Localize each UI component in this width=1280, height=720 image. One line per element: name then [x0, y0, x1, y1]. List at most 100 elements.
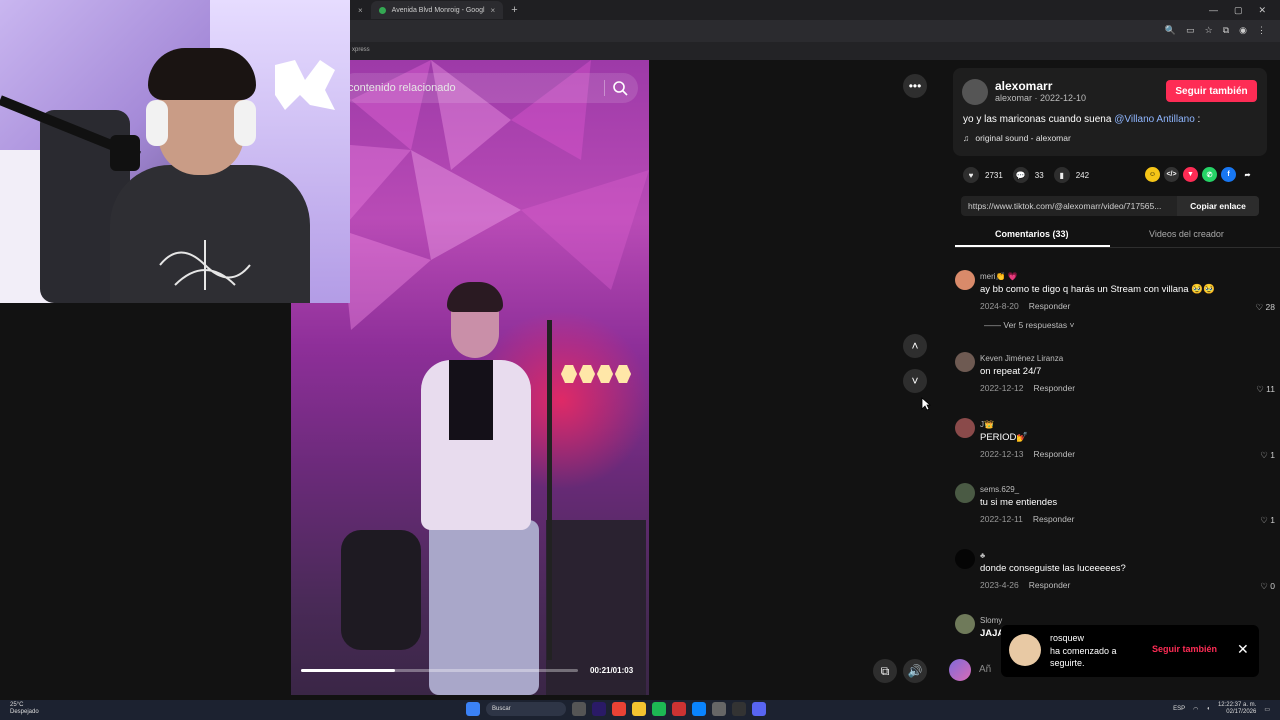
comment-username[interactable]: meri👏 💗 — [980, 272, 1018, 281]
previous-video-button[interactable]: ˄ — [903, 334, 927, 358]
tab-creator-videos[interactable]: Videos del creador — [1149, 229, 1224, 239]
premiere-icon[interactable] — [592, 702, 606, 716]
more-options-button[interactable]: ••• — [903, 74, 927, 98]
taskbar-clock[interactable]: 12:22:37 a. m. 02/17/2026 — [1218, 702, 1256, 716]
bag-shape — [341, 530, 421, 650]
author-username[interactable]: alexomarr — [995, 79, 1052, 93]
comment-date: 2022-12-12 — [980, 383, 1024, 393]
share-arrow-icon[interactable]: ➦ — [1240, 167, 1255, 182]
commenter-avatar[interactable] — [955, 483, 975, 503]
commenter-avatar[interactable] — [955, 614, 975, 634]
reply-button[interactable]: Responder — [1033, 514, 1075, 524]
spotify-icon[interactable] — [652, 702, 666, 716]
tab-close-icon[interactable]: × — [358, 6, 363, 15]
embed-icon[interactable]: </> — [1164, 167, 1179, 182]
taskbar-search[interactable]: Buscar — [486, 702, 566, 716]
windows-start-icon[interactable] — [466, 702, 480, 716]
like-button[interactable]: ♥ 2731 — [963, 167, 1003, 183]
send-icon[interactable]: ▼ — [1183, 167, 1198, 182]
close-window-button[interactable]: ✕ — [1258, 5, 1266, 16]
wifi-icon[interactable]: ◠ — [1193, 706, 1198, 713]
commenter-avatar[interactable] — [955, 549, 975, 569]
comment-like-button[interactable]: ♡ 1 — [1260, 515, 1275, 526]
save-button[interactable]: ▮ 242 — [1053, 167, 1089, 183]
comment-like-button[interactable]: ♡ 11 — [1256, 384, 1275, 395]
star-icon[interactable]: ☆ — [1205, 25, 1213, 36]
video-progress-bar[interactable] — [301, 669, 578, 672]
commenter-avatar[interactable] — [955, 270, 975, 290]
system-tray: ESP ◠ ◖ 12:22:37 a. m. 02/17/2026 ▭ — [1173, 702, 1270, 716]
notification-username[interactable]: rosquew — [1050, 633, 1084, 643]
whatsapp-icon[interactable]: ✆ — [1202, 167, 1217, 182]
ellipsis-icon: ••• — [908, 79, 922, 93]
store-icon[interactable] — [712, 702, 726, 716]
menu-icon[interactable]: ⋮ — [1257, 25, 1266, 36]
video-link-field[interactable]: https://www.tiktok.com/@alexomarr/video/… — [961, 196, 1259, 216]
tab-close-icon[interactable]: × — [491, 6, 496, 15]
floating-player-button[interactable]: ⧉ — [873, 659, 897, 683]
commenter-avatar[interactable] — [955, 418, 975, 438]
follow-button[interactable]: Seguir también — [1166, 80, 1257, 102]
next-video-button[interactable]: ˅ — [903, 369, 927, 393]
maximize-button[interactable]: ▢ — [1234, 5, 1243, 16]
new-tab-button[interactable]: + — [503, 4, 525, 16]
caption-end: : — [1194, 114, 1201, 125]
comment-username[interactable]: ♣ — [980, 551, 985, 560]
cast-icon[interactable]: ▭ — [1186, 25, 1195, 36]
comment-username[interactable]: J👑 — [980, 420, 994, 429]
mic-stand — [547, 320, 552, 660]
close-icon[interactable]: ✕ — [1237, 641, 1249, 658]
friends-share-icon[interactable]: ☺ — [1145, 167, 1160, 182]
comment-like-button[interactable]: ♡ 0 — [1260, 581, 1275, 592]
comment-username[interactable]: Keven Jiménez Liranza — [980, 354, 1063, 363]
reply-button[interactable]: Responder — [1029, 580, 1071, 590]
tab-comments[interactable]: Comentarios (33) — [995, 229, 1069, 239]
author-avatar[interactable] — [962, 79, 988, 105]
folder-icon[interactable] — [632, 702, 646, 716]
sound-link[interactable]: ♫ original sound - alexomar — [963, 133, 1071, 143]
volume-button[interactable]: 🔊 — [903, 659, 927, 683]
video-caption: yo y las mariconas cuando suena @Villano… — [963, 114, 1200, 125]
chrome-icon[interactable] — [612, 702, 626, 716]
reply-button[interactable]: Responder — [1033, 383, 1075, 393]
search-icon[interactable] — [612, 80, 628, 96]
streamer-webcam-overlay — [0, 0, 350, 303]
task-view-icon[interactable] — [572, 702, 586, 716]
address-bar[interactable]: 🔍 ▭ ☆ ⧉ ◉ ⋮ — [350, 20, 1280, 42]
reply-button[interactable]: Responder — [1029, 301, 1071, 311]
comment-like-button[interactable]: ♡ 28 — [1256, 302, 1275, 313]
extensions-icon[interactable]: ⧉ — [1223, 25, 1229, 36]
notifications-icon[interactable]: ▭ — [1264, 706, 1270, 713]
comment-button[interactable]: 💬 33 — [1012, 167, 1044, 183]
weather-widget[interactable]: 25°C Despejado — [10, 702, 39, 716]
speaker-icon[interactable]: ◖ — [1206, 706, 1210, 712]
comment-meta: 2024-8-20 Responder — [980, 301, 1070, 311]
browser-tab-closed-left[interactable]: × — [350, 1, 371, 19]
browser-tabbar: × Avenida Blvd Monroig - Googl × + — ▢ ✕ — [350, 0, 1280, 20]
caption-text: yo y las mariconas cuando suena — [963, 114, 1115, 125]
minimize-button[interactable]: — — [1209, 5, 1218, 15]
comment-text: donde conseguiste las luceeeees? — [980, 563, 1126, 574]
hexagon-lights — [561, 365, 631, 383]
notification-follow-button[interactable]: Seguir también — [1152, 644, 1217, 654]
discord-icon[interactable] — [752, 702, 766, 716]
capture-icon[interactable] — [732, 702, 746, 716]
edge-icon[interactable] — [692, 702, 706, 716]
zoom-icon[interactable]: 🔍 — [1165, 25, 1176, 36]
browser-icon[interactable] — [672, 702, 686, 716]
profile-icon[interactable]: ◉ — [1239, 25, 1247, 36]
view-replies-button[interactable]: —— Ver 5 respuestas ˅ — [984, 320, 1075, 330]
caption-mention-link[interactable]: @Villano Antillano — [1114, 114, 1195, 125]
bookmark-item[interactable]: xpress — [352, 47, 370, 53]
comment-username[interactable]: Slomy — [980, 616, 1002, 625]
related-search-input[interactable]: contenido relacionado — [340, 73, 638, 103]
commenter-avatar[interactable] — [955, 352, 975, 372]
copy-link-button[interactable]: Copiar enlace — [1177, 196, 1259, 216]
comment-username[interactable]: sems.629_ — [980, 485, 1019, 494]
comment-like-button[interactable]: ♡ 1 — [1260, 450, 1275, 461]
comment-meta: 2022-12-13 Responder — [980, 449, 1075, 459]
browser-tab-maps[interactable]: Avenida Blvd Monroig - Googl × — [370, 1, 504, 19]
language-indicator[interactable]: ESP — [1173, 706, 1185, 712]
reply-button[interactable]: Responder — [1033, 449, 1075, 459]
facebook-icon[interactable]: f — [1221, 167, 1236, 182]
